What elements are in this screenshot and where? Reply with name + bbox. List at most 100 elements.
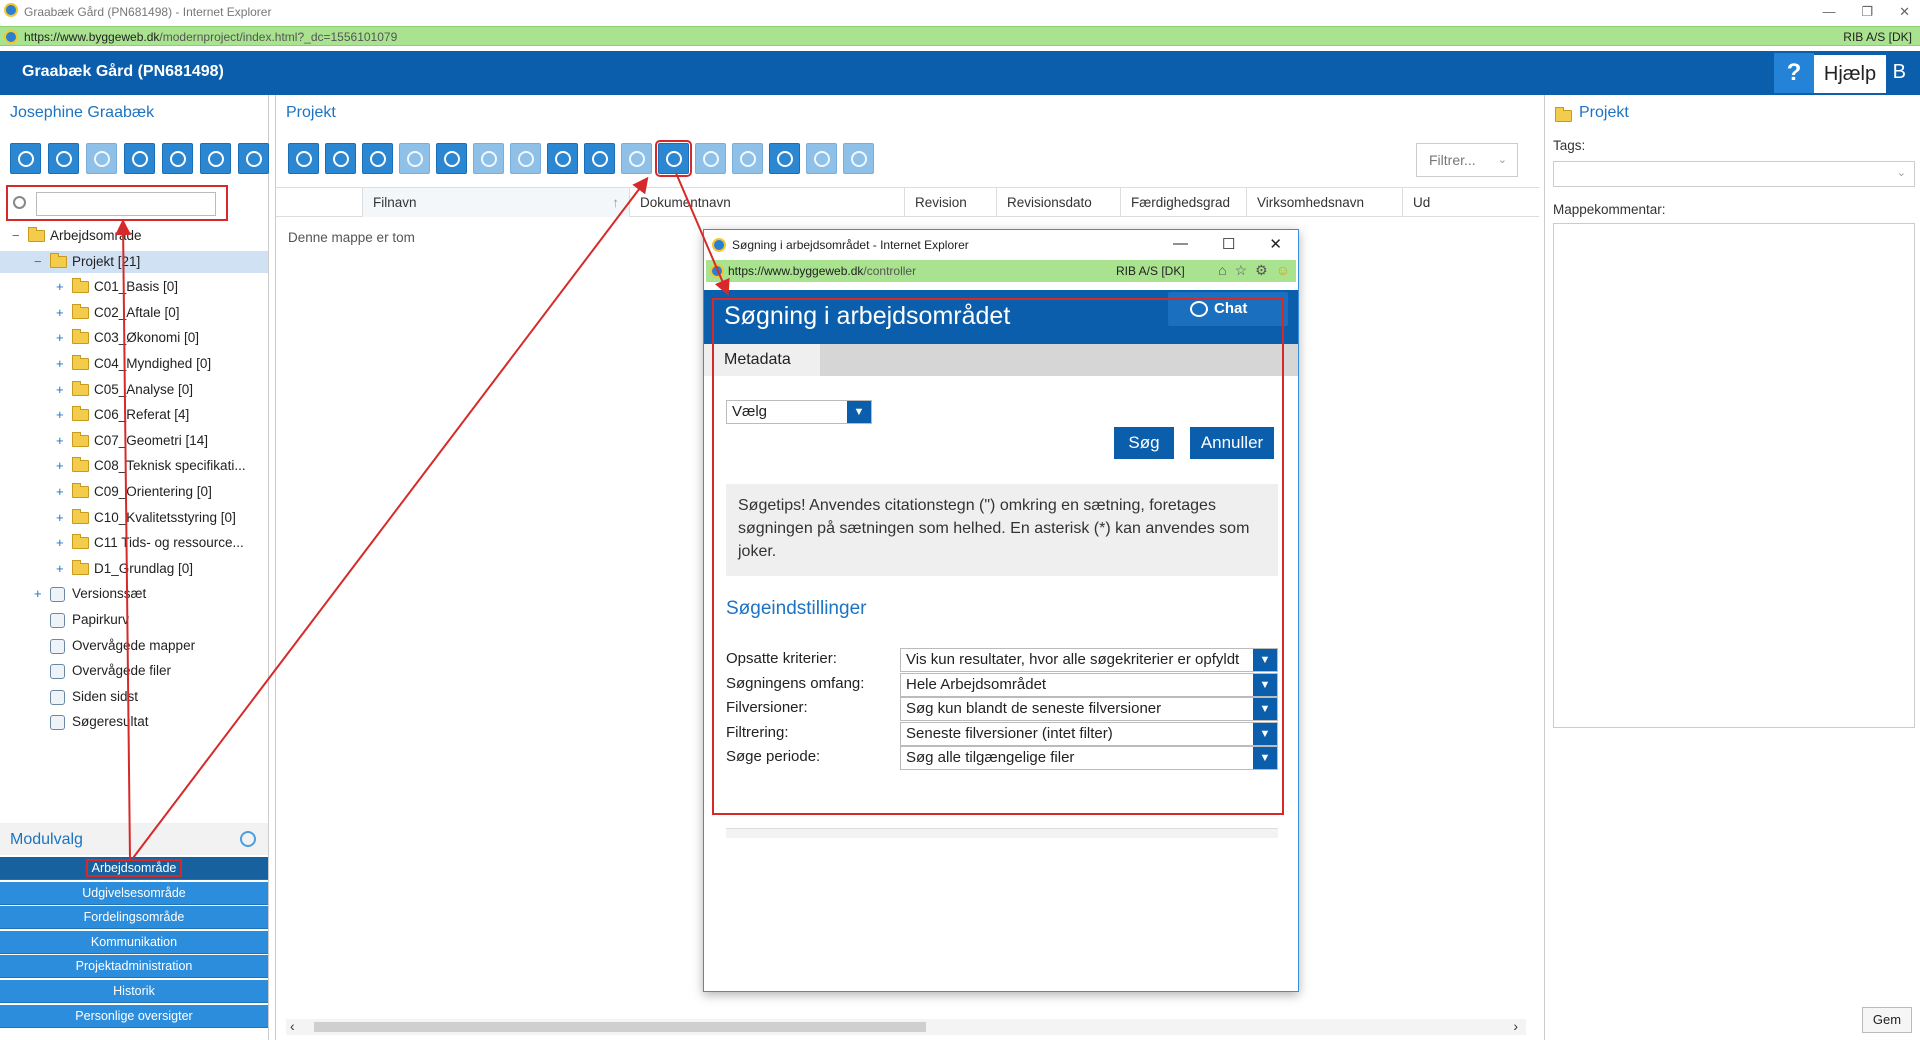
setting-select[interactable]: Søg alle tilgængelige filer ▼ bbox=[900, 746, 1278, 771]
view-folder-icon[interactable] bbox=[162, 143, 193, 174]
cancel-button[interactable]: Annuller bbox=[1190, 427, 1274, 459]
copy-folder-icon[interactable] bbox=[200, 143, 231, 174]
tree-item[interactable]: − Projekt [21] bbox=[0, 250, 268, 273]
metadata-select[interactable]: Vælg ▼ bbox=[726, 400, 872, 424]
scroll-left-icon[interactable]: ‹ bbox=[290, 1018, 295, 1034]
tree-item[interactable]: + C02_Aftale [0] bbox=[0, 302, 268, 324]
collapse-icon[interactable]: − bbox=[12, 225, 22, 247]
save-button[interactable]: Gem bbox=[1862, 1007, 1912, 1033]
close-window-icon[interactable]: ✕ bbox=[1899, 4, 1910, 20]
favorites-star-icon[interactable]: ☆ bbox=[1235, 262, 1248, 279]
column-header[interactable]: Færdighedsgrad bbox=[1120, 188, 1246, 217]
restore-icon[interactable]: ❐ bbox=[1861, 4, 1873, 20]
file-tool-icon[interactable] bbox=[584, 143, 615, 174]
setting-select[interactable]: Hele Arbejdsområdet ▼ bbox=[900, 672, 1278, 697]
setting-select[interactable]: Søg kun blandt de seneste filversioner ▼ bbox=[900, 697, 1278, 722]
file-tool-icon[interactable] bbox=[288, 143, 319, 174]
chevron-down-icon[interactable]: ▼ bbox=[1253, 747, 1277, 770]
chevron-down-icon[interactable]: ▼ bbox=[1253, 698, 1277, 721]
column-header[interactable]: Revision bbox=[904, 188, 996, 217]
tree-item[interactable]: Overvågede mapper bbox=[0, 635, 268, 657]
gear-icon[interactable] bbox=[240, 831, 256, 847]
expand-icon[interactable]: + bbox=[56, 507, 66, 529]
column-header[interactable]: Dokumentnavn bbox=[629, 188, 904, 217]
expand-icon[interactable]: + bbox=[56, 353, 66, 375]
module-button[interactable]: Projektadministration bbox=[0, 955, 268, 979]
file-tool-icon[interactable] bbox=[473, 143, 504, 174]
close-icon[interactable]: ✕ bbox=[1269, 235, 1282, 253]
tree-item[interactable]: Søgeresultat bbox=[0, 711, 268, 733]
certificate-label[interactable]: RIB A/S [DK] bbox=[1116, 264, 1185, 278]
tree-item[interactable]: + C05_Analyse [0] bbox=[0, 379, 268, 401]
file-tool-icon[interactable] bbox=[399, 143, 430, 174]
module-button[interactable]: Kommunikation bbox=[0, 930, 268, 954]
file-tool-icon[interactable] bbox=[732, 143, 763, 174]
module-button[interactable]: Udgivelsesområde bbox=[0, 881, 268, 905]
file-tool-icon[interactable] bbox=[362, 143, 393, 174]
horizontal-scrollbar[interactable]: ‹ › bbox=[286, 1018, 1526, 1035]
tree-item[interactable]: + C10_Kvalitetsstyring [0] bbox=[0, 507, 268, 529]
tab-metadata[interactable]: Metadata bbox=[704, 344, 820, 376]
refresh-folder-icon[interactable] bbox=[238, 143, 269, 174]
tree-item[interactable]: + C03_Økonomi [0] bbox=[0, 327, 268, 349]
expand-icon[interactable]: + bbox=[56, 327, 66, 349]
chevron-down-icon[interactable]: ▼ bbox=[1253, 673, 1277, 696]
tree-item[interactable]: + C07_Geometri [14] bbox=[0, 430, 268, 452]
maximize-icon[interactable]: ☐ bbox=[1222, 235, 1235, 253]
tags-select[interactable]: ⌄ bbox=[1553, 161, 1915, 187]
file-tool-icon[interactable] bbox=[621, 143, 652, 174]
tree-item[interactable]: Siden sidst bbox=[0, 686, 268, 708]
module-button[interactable]: Personlige oversigter bbox=[0, 1004, 268, 1028]
expand-icon[interactable]: + bbox=[56, 430, 66, 452]
tree-item[interactable]: − Arbejdsområde bbox=[0, 225, 268, 247]
chevron-down-icon[interactable]: ▼ bbox=[1253, 649, 1277, 671]
address-url[interactable]: https://www.byggeweb.dk/modernproject/in… bbox=[24, 30, 397, 44]
help-icon[interactable]: ? bbox=[1774, 53, 1814, 93]
minimize-icon[interactable]: — bbox=[1173, 235, 1188, 253]
chevron-down-icon[interactable]: ▼ bbox=[1253, 722, 1277, 745]
search-files-tool-icon[interactable] bbox=[655, 140, 692, 177]
certificate-label[interactable]: RIB A/S [DK] bbox=[1843, 30, 1912, 44]
address-bar[interactable]: https://www.byggeweb.dk/modernproject/in… bbox=[0, 26, 1920, 46]
help-button[interactable]: Hjælp bbox=[1814, 55, 1886, 93]
setting-select[interactable]: Seneste filversioner (intet filter) ▼ bbox=[900, 721, 1278, 746]
expand-icon[interactable]: + bbox=[56, 276, 66, 298]
folder-comment-textarea[interactable] bbox=[1553, 223, 1915, 728]
collapse-icon[interactable]: − bbox=[34, 251, 44, 273]
gear-folder-icon[interactable] bbox=[10, 143, 41, 174]
tree-item[interactable]: + C01_Basis [0] bbox=[0, 276, 268, 298]
column-header[interactable]: Ud bbox=[1402, 188, 1442, 217]
module-button[interactable]: Historik bbox=[0, 980, 268, 1003]
column-header[interactable]: Filnavn ↑ bbox=[362, 188, 629, 217]
file-tool-icon[interactable] bbox=[510, 143, 541, 174]
expand-icon[interactable]: + bbox=[56, 455, 66, 477]
info-folder-icon[interactable] bbox=[48, 143, 79, 174]
expand-icon[interactable]: + bbox=[56, 481, 66, 503]
expand-icon[interactable]: + bbox=[56, 404, 66, 426]
home-icon[interactable]: ⌂ bbox=[1218, 262, 1226, 279]
tree-item[interactable]: Overvågede filer bbox=[0, 660, 268, 682]
file-tool-icon[interactable] bbox=[436, 143, 467, 174]
smiley-icon[interactable]: ☺ bbox=[1276, 262, 1290, 279]
tree-search-input[interactable] bbox=[36, 192, 216, 216]
tree-item[interactable]: + C08_Teknisk specifikati... bbox=[0, 455, 268, 477]
tree-item[interactable]: + C04_Myndighed [0] bbox=[0, 353, 268, 375]
expand-icon[interactable]: + bbox=[56, 532, 66, 554]
tree-item[interactable]: Papirkurv bbox=[0, 609, 268, 631]
file-tool-icon[interactable] bbox=[547, 143, 578, 174]
tree-item[interactable]: + C11 Tids- og ressource... bbox=[0, 532, 268, 554]
expand-icon[interactable]: + bbox=[56, 379, 66, 401]
module-button[interactable]: Arbejdsområde bbox=[0, 857, 268, 880]
column-header[interactable]: Virksomhedsnavn bbox=[1246, 188, 1402, 217]
tree-item[interactable]: + Versionssæt bbox=[0, 583, 268, 605]
scrollbar-thumb[interactable] bbox=[314, 1022, 926, 1032]
dialog-address-bar[interactable]: https://www.byggeweb.dk/controller RIB A… bbox=[706, 260, 1296, 282]
dialog-address-url[interactable]: https://www.byggeweb.dk/controller bbox=[728, 264, 916, 278]
module-button[interactable]: Fordelingsområde bbox=[0, 906, 268, 930]
scroll-right-icon[interactable]: › bbox=[1513, 1018, 1518, 1034]
tree-item[interactable]: + C09_Orientering [0] bbox=[0, 481, 268, 503]
chat-button[interactable]: Chat bbox=[1168, 292, 1288, 326]
expand-icon[interactable]: + bbox=[56, 302, 66, 324]
sort-ascending-icon[interactable]: ↑ bbox=[612, 188, 619, 217]
settings-gear-icon[interactable]: ⚙ bbox=[1255, 262, 1268, 279]
